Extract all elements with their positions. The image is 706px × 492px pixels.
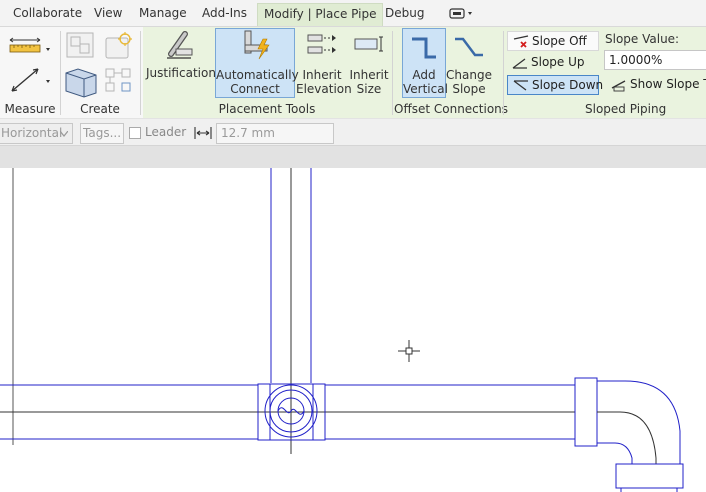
orientation-dropdown[interactable]: Horizontal [0,123,73,144]
panel-title-offset-connections: Offset Connections [394,102,509,116]
add-vertical-label-line1: Add [412,68,436,82]
chevron-down-icon [60,131,68,137]
change-slope-label-line1: Change [446,68,492,82]
create-group-button[interactable] [64,30,98,62]
create-parts-button[interactable] [62,65,102,99]
slope-up-label: Slope Up [531,55,585,69]
justification-button[interactable]: Justification [146,29,216,97]
ribbon-tab-bar: Collaborate View Manage Add-Ins Modify |… [0,0,706,26]
slope-value-field[interactable]: 1.0000% [604,50,706,70]
slope-off-icon [513,35,529,48]
tags-placeholder: Tags... [83,126,122,140]
justification-label: Justification [146,66,216,80]
slope-down-icon [513,80,528,91]
quick-access-dropdown-icon[interactable] [449,8,477,20]
inherit-size-icon [354,36,383,52]
panel-title-measure: Measure [4,102,56,116]
add-vertical-label-line2: Vertical [403,82,448,96]
slope-down-button[interactable]: Slope Down [507,75,603,95]
inherit-size-label-line2: Size [356,82,382,96]
panel-title-placement-tools: Placement Tools [218,102,316,116]
parts-icon [65,68,97,98]
tab-manage[interactable]: Manage [139,4,187,25]
drawing-canvas[interactable] [0,168,706,492]
lower-pipe-stub [620,488,678,492]
ribbon: Measure Create Justification Automatical… [0,26,706,119]
create-similar-icon [105,32,132,59]
elbow-inner-arc [597,442,633,464]
group-icon [66,32,94,58]
panel-separator [60,31,61,115]
inherit-size-label-line1: Inherit [349,68,389,82]
crosshair-cursor-icon [398,340,420,362]
show-slope-tooltip-label: Show Slope To [630,77,706,91]
inherit-size-button[interactable]: Inherit Size [348,29,390,97]
slope-tooltip-icon [611,80,626,92]
leader-label: Leader [145,125,187,139]
elbow-outer-arc[interactable] [597,380,681,464]
leader-checkbox[interactable] [129,127,141,139]
options-bar: Horizontal Tags... Leader 12.7 mm [0,118,706,146]
slope-value-label: Slope Value: [605,32,680,46]
assembly-icon [105,68,131,92]
automatically-connect-button[interactable]: Automatically Connect [215,28,299,98]
create-assembly-button[interactable] [102,65,136,97]
pipe-drawing [0,168,684,492]
tab-view[interactable]: View [94,4,122,25]
add-vertical-button[interactable]: Add Vertical [402,28,448,98]
leader-length-icon [194,127,212,139]
auto-connect-label-line2: Connect [230,82,280,96]
ruler-icon [9,37,50,53]
change-slope-icon [455,37,483,57]
orientation-value: Horizontal [1,126,63,140]
auto-connect-icon [244,30,270,60]
create-similar-button[interactable] [101,30,137,62]
auto-connect-label-line1: Automatically [216,68,299,82]
panel-title-create: Create [80,102,120,116]
change-slope-button[interactable]: Change Slope [446,29,492,97]
show-slope-tooltip-button[interactable]: Show Slope To [606,75,706,95]
measure-aligned-button[interactable] [4,63,54,97]
slope-off-label: Slope Off [532,34,587,48]
tab-debug[interactable]: Debug [385,4,424,25]
slope-off-button[interactable]: Slope Off [507,31,599,51]
tags-field[interactable]: Tags... [80,123,124,144]
elbow-centerline [597,411,657,464]
inherit-elevation-button[interactable]: Inherit Elevation [296,29,352,97]
measure-distance-button[interactable] [4,31,54,59]
add-vertical-icon [412,37,436,59]
view-header-band [0,146,706,168]
tab-collaborate[interactable]: Collaborate [13,4,82,25]
panel-separator [503,31,504,115]
panel-separator [140,31,141,115]
inherit-elevation-label-line2: Elevation [296,82,352,96]
elbow-lower-coupling[interactable] [615,463,684,489]
change-slope-label-line2: Slope [452,82,486,96]
elbow-coupling[interactable] [574,377,598,447]
inherit-elevation-label-line1: Inherit [302,68,342,82]
slope-up-icon [512,58,527,69]
diagonal-ruler-icon [11,68,50,92]
tab-add-ins[interactable]: Add-Ins [202,4,247,25]
justification-icon [167,31,193,59]
tab-modify-place-pipe[interactable]: Modify | Place Pipe [257,3,384,26]
panel-title-sloped-piping: Sloped Piping [585,102,667,116]
leader-length-field[interactable]: 12.7 mm [216,123,334,144]
slope-up-button[interactable]: Slope Up [507,53,599,73]
slope-down-label: Slope Down [532,78,604,92]
inherit-elevation-icon [307,34,336,54]
panel-separator [392,31,393,115]
